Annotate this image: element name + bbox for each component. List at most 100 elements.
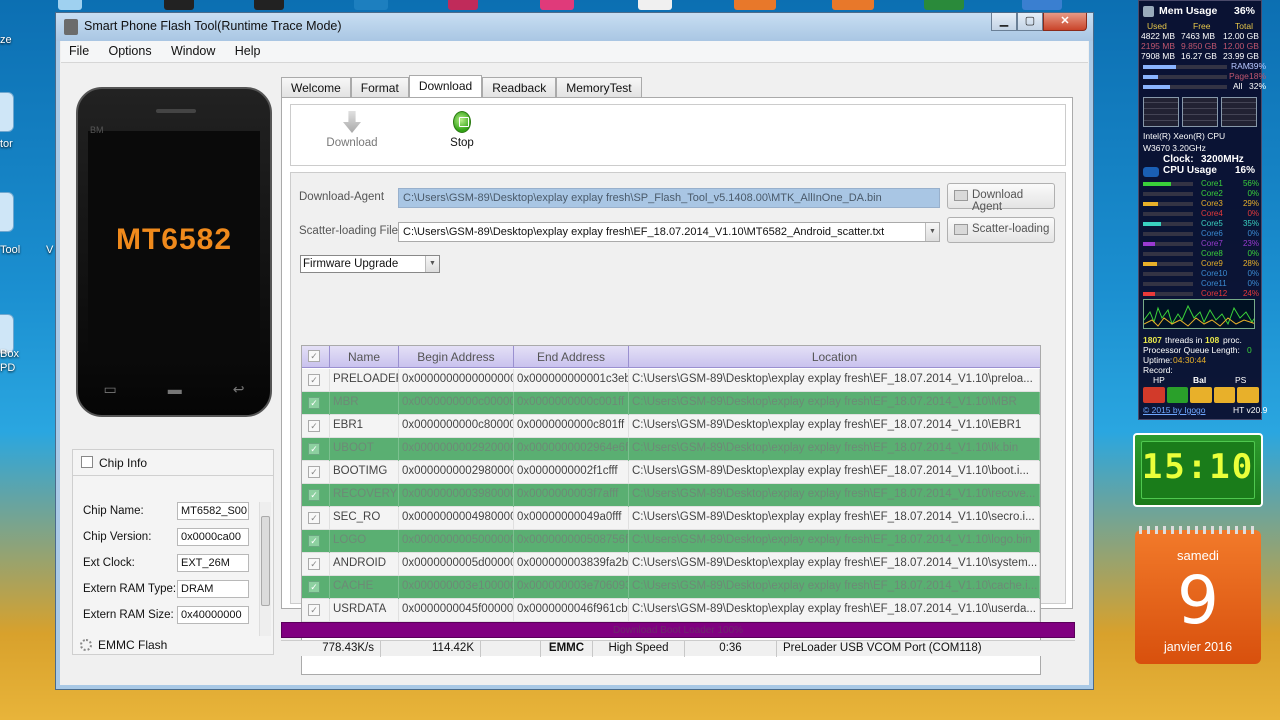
mode-hp[interactable]: HP: [1153, 375, 1165, 385]
menu-help[interactable]: Help: [227, 41, 269, 58]
download-mode-select[interactable]: Firmware Upgrade ▼: [300, 255, 440, 273]
scatter-path-combo[interactable]: C:\Users\GSM-89\Desktop\explay explay fr…: [398, 222, 940, 242]
partition-checkbox[interactable]: ✓: [308, 443, 320, 455]
title-bar[interactable]: Smart Phone Flash Tool(Runtime Trace Mod…: [56, 13, 1093, 41]
desktop-shortcut-icon[interactable]: [540, 0, 574, 10]
partition-location[interactable]: C:\Users\GSM-89\Desktop\explay explay fr…: [629, 484, 1040, 507]
column-header-begin[interactable]: Begin Address: [399, 346, 514, 368]
tab-memorytest[interactable]: MemoryTest: [556, 77, 642, 97]
gadget-footer-link[interactable]: © 2015 by Igogo: [1143, 405, 1206, 415]
chevron-down-icon[interactable]: ▼: [925, 223, 939, 241]
partition-checkbox[interactable]: ✓: [308, 374, 320, 386]
mode-balanced[interactable]: Bal: [1193, 375, 1206, 385]
download-agent-path[interactable]: C:\Users\GSM-89\Desktop\explay explay fr…: [398, 188, 940, 208]
partition-location[interactable]: C:\Users\GSM-89\Desktop\explay explay fr…: [629, 392, 1040, 415]
refresh-icon[interactable]: [1213, 387, 1236, 403]
menu-file[interactable]: File: [61, 41, 97, 58]
desktop-shortcut-label[interactable]: Box: [0, 348, 19, 360]
partition-location[interactable]: C:\Users\GSM-89\Desktop\explay explay fr…: [629, 553, 1040, 576]
mem-col-free: Free: [1193, 21, 1211, 31]
partition-checkbox[interactable]: ✓: [308, 512, 320, 524]
desktop-shortcut-icon[interactable]: [254, 0, 284, 10]
scatter-loading-button[interactable]: Scatter-loading: [947, 217, 1055, 243]
table-row[interactable]: ✓ ANDROID 0x0000000005d00000 0x000000003839…: [302, 553, 1040, 576]
download-button[interactable]: Download: [317, 111, 387, 149]
tab-download[interactable]: Download: [408, 75, 483, 97]
tab-readback[interactable]: Readback: [482, 77, 557, 97]
intel-logo-icon: [1143, 167, 1159, 177]
partition-location[interactable]: C:\Users\GSM-89\Desktop\explay explay fr…: [629, 438, 1040, 461]
download-agent-button[interactable]: Download Agent: [947, 183, 1055, 213]
partition-location[interactable]: C:\Users\GSM-89\Desktop\explay explay fr…: [629, 576, 1040, 599]
table-row[interactable]: ✓ PRELOADER 0x0000000000000000 0x0000000000…: [302, 369, 1040, 392]
stop-button[interactable]: Stop: [427, 111, 497, 149]
desktop-shortcut-icon[interactable]: [164, 0, 194, 10]
mode-ps[interactable]: PS: [1235, 375, 1246, 385]
desktop-shortcut-label[interactable]: PD: [0, 362, 15, 374]
ext-clock-field[interactable]: EXT_26M: [177, 554, 249, 572]
desktop-shortcut-icon[interactable]: [0, 92, 14, 132]
desktop-shortcut-icon[interactable]: [734, 0, 776, 10]
table-row[interactable]: ✓ UBOOT 0x0000000002920000 0x0000000002964e…: [302, 438, 1040, 461]
partition-checkbox[interactable]: ✓: [308, 466, 320, 478]
partition-checkbox[interactable]: ✓: [308, 397, 320, 409]
minimize-button[interactable]: ▁: [991, 13, 1017, 31]
desktop-shortcut-icon[interactable]: [924, 0, 964, 10]
power-icon[interactable]: [1143, 387, 1165, 403]
menu-window[interactable]: Window: [163, 41, 223, 58]
emmc-flash-section[interactable]: EMMC Flash: [72, 635, 274, 655]
desktop-shortcut-label[interactable]: tor: [0, 138, 13, 150]
select-all-column[interactable]: ✓: [302, 346, 330, 368]
partition-location[interactable]: C:\Users\GSM-89\Desktop\explay explay fr…: [629, 507, 1040, 530]
scrollbar-thumb[interactable]: [261, 516, 270, 606]
partition-checkbox[interactable]: ✓: [308, 604, 320, 616]
partition-checkbox[interactable]: ✓: [308, 558, 320, 570]
desktop-shortcut-icon[interactable]: [832, 0, 874, 10]
column-header-name[interactable]: Name: [330, 346, 399, 368]
folder-icon[interactable]: [1190, 387, 1212, 403]
desktop-shortcut-icon[interactable]: [448, 0, 478, 10]
settings-icon[interactable]: [1166, 387, 1189, 403]
desktop-shortcut-icon[interactable]: [354, 0, 388, 10]
table-row[interactable]: ✓ CACHE 0x000000003e100000 0x000000003e7060…: [302, 576, 1040, 599]
close-button[interactable]: ✕: [1043, 13, 1087, 31]
table-row[interactable]: ✓ RECOVERY 0x0000000003980000 0x0000000003f…: [302, 484, 1040, 507]
chevron-down-icon[interactable]: ▼: [425, 256, 439, 272]
partition-location[interactable]: C:\Users\GSM-89\Desktop\explay explay fr…: [629, 415, 1040, 438]
chip-name-field[interactable]: MT6582_S00: [177, 502, 249, 520]
info-icon[interactable]: [1237, 387, 1259, 403]
chip-version-field[interactable]: 0x0000ca00: [177, 528, 249, 546]
tab-welcome[interactable]: Welcome: [281, 77, 351, 97]
partition-checkbox[interactable]: ✓: [308, 489, 320, 501]
table-row[interactable]: ✓ EBR1 0x0000000000c80000 0x0000000000c801f…: [302, 415, 1040, 438]
chip-info-scrollbar[interactable]: [259, 502, 271, 636]
maximize-button[interactable]: ▢: [1017, 13, 1043, 31]
desktop-shortcut-icon[interactable]: [0, 192, 14, 232]
desktop-shortcut-icon[interactable]: [58, 0, 82, 10]
table-row[interactable]: ✓ MBR 0x0000000000c00000 0x0000000000c001ff…: [302, 392, 1040, 415]
column-header-location[interactable]: Location: [629, 346, 1040, 368]
desktop-shortcut-icon[interactable]: [638, 0, 672, 10]
partition-location[interactable]: C:\Users\GSM-89\Desktop\explay explay fr…: [629, 461, 1040, 484]
menu-options[interactable]: Options: [101, 41, 160, 58]
table-row[interactable]: ✓ LOGO 0x0000000005000000 0x000000000508756…: [302, 530, 1040, 553]
partition-checkbox[interactable]: ✓: [308, 535, 320, 547]
desktop-shortcut-icon[interactable]: [1022, 0, 1062, 10]
partition-location[interactable]: C:\Users\GSM-89\Desktop\explay explay fr…: [629, 530, 1040, 553]
table-row[interactable]: ✓ SEC_RO 0x0000000004980000 0x00000000049a0…: [302, 507, 1040, 530]
ram-size-field[interactable]: 0x40000000: [177, 606, 249, 624]
desktop-shortcut-label[interactable]: ze: [0, 34, 12, 46]
partition-location[interactable]: C:\Users\GSM-89\Desktop\explay explay fr…: [629, 369, 1040, 392]
select-all-checkbox[interactable]: ✓: [308, 350, 320, 362]
table-row[interactable]: ✓ USRDATA 0x0000000045f00000 0x0000000046f9…: [302, 599, 1040, 622]
column-header-end[interactable]: End Address: [514, 346, 629, 368]
desktop-shortcut-label[interactable]: V: [46, 244, 53, 256]
partition-checkbox[interactable]: ✓: [308, 581, 320, 593]
partition-location[interactable]: C:\Users\GSM-89\Desktop\explay explay fr…: [629, 599, 1040, 622]
chip-info-header[interactable]: Chip Info: [73, 450, 273, 476]
ram-type-field[interactable]: DRAM: [177, 580, 249, 598]
tab-format[interactable]: Format: [350, 77, 409, 97]
table-row[interactable]: ✓ BOOTIMG 0x0000000002980000 0x0000000002f1…: [302, 461, 1040, 484]
desktop-shortcut-label[interactable]: Tool: [0, 244, 20, 256]
partition-checkbox[interactable]: ✓: [308, 420, 320, 432]
